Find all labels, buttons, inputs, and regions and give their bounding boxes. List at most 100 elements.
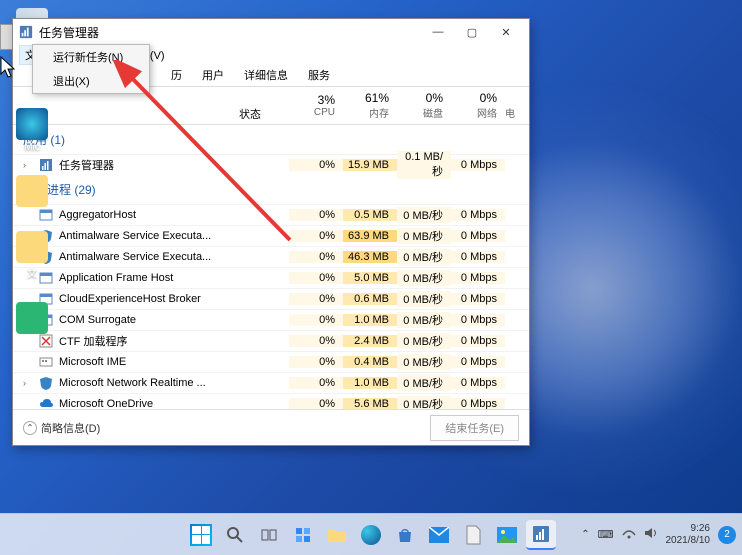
network-cell: 0 Mbps <box>451 377 505 389</box>
network-cell: 0 Mbps <box>451 335 505 347</box>
taskview-icon[interactable] <box>254 520 284 550</box>
icon-label: 文 <box>27 265 37 280</box>
tray-clock[interactable]: 9:26 2021/8/10 <box>666 523 711 547</box>
col-power[interactable]: 电 <box>505 87 529 124</box>
disk-cell: 0 MB/秒 <box>397 375 451 391</box>
explorer-icon[interactable] <box>322 520 352 550</box>
process-row[interactable]: CTF 加载程序0%2.4 MB0 MB/秒0 Mbps <box>13 330 529 351</box>
memory-cell: 0.4 MB <box>343 356 397 368</box>
taskbar-center <box>186 520 556 550</box>
disk-cell: 0 MB/秒 <box>397 354 451 370</box>
network-cell: 0 Mbps <box>451 398 505 409</box>
process-table[interactable]: 应用 (1)›任务管理器0%15.9 MB0.1 MB/秒0 Mbps后台进程 … <box>13 125 529 409</box>
disk-cell: 0 MB/秒 <box>397 333 451 349</box>
process-row[interactable]: Antimalware Service Executa...0%46.3 MB0… <box>13 246 529 267</box>
start-button[interactable] <box>186 520 216 550</box>
minimize-button[interactable]: — <box>421 21 455 43</box>
cpu-cell: 0% <box>289 335 343 347</box>
process-row[interactable]: ›Microsoft Network Realtime ...0%1.0 MB0… <box>13 372 529 393</box>
cpu-cell: 0% <box>289 398 343 409</box>
memory-cell: 5.6 MB <box>343 398 397 409</box>
cpu-cell: 0% <box>289 230 343 242</box>
taskbar: ⌃ ⌨ 9:26 2021/8/10 2 <box>0 513 742 555</box>
close-button[interactable]: ✕ <box>489 21 523 43</box>
desktop-folder-1[interactable] <box>8 175 56 209</box>
memory-percent: 61% <box>365 91 389 105</box>
disk-cell: 0.1 MB/秒 <box>397 151 451 179</box>
col-disk[interactable]: 0% 磁盘 <box>397 87 451 124</box>
col-memory[interactable]: 61% 内存 <box>343 87 397 124</box>
group-header[interactable]: 后台进程 (29) <box>13 175 529 204</box>
exit-item[interactable]: 退出(X) <box>33 69 149 93</box>
footer: ⌃ 简略信息(D) 结束任务(E) <box>13 409 529 445</box>
desktop-icon-edge[interactable]: Mic <box>8 108 56 153</box>
disk-cell: 0 MB/秒 <box>397 312 451 328</box>
mail-icon[interactable] <box>424 520 454 550</box>
network-percent: 0% <box>480 91 497 105</box>
edge-taskbar-icon[interactable] <box>356 520 386 550</box>
photos-icon[interactable] <box>492 520 522 550</box>
process-name: CloudExperienceHost Broker <box>59 293 201 305</box>
clock-date: 2021/8/10 <box>666 535 711 547</box>
network-cell: 0 Mbps <box>451 209 505 221</box>
network-cell: 0 Mbps <box>451 272 505 284</box>
expand-icon[interactable]: › <box>23 378 33 388</box>
titlebar[interactable]: 任务管理器 — ▢ ✕ <box>13 19 529 45</box>
fewer-details-label: 简略信息(D) <box>41 420 100 436</box>
tab-details[interactable]: 详细信息 <box>236 64 296 86</box>
col-status[interactable]: 状态 <box>235 87 289 124</box>
widgets-icon[interactable] <box>288 520 318 550</box>
notification-badge[interactable]: 2 <box>718 526 736 544</box>
group-header[interactable]: 应用 (1) <box>13 125 529 154</box>
process-name: CTF 加载程序 <box>59 333 127 349</box>
cpu-cell: 0% <box>289 377 343 389</box>
task-manager-taskbar[interactable] <box>526 520 556 550</box>
network-cell: 0 Mbps <box>451 159 505 171</box>
process-row[interactable]: COM Surrogate0%1.0 MB0 MB/秒0 Mbps <box>13 309 529 330</box>
tab-users[interactable]: 用户 <box>194 64 232 86</box>
memory-cell: 63.9 MB <box>343 230 397 242</box>
tray-ime-icon[interactable]: ⌨ <box>598 528 614 541</box>
tab-history-partial[interactable]: 历 <box>163 64 190 86</box>
memory-cell: 5.0 MB <box>343 272 397 284</box>
tray-chevron-icon[interactable]: ⌃ <box>581 529 589 540</box>
process-row[interactable]: ›任务管理器0%15.9 MB0.1 MB/秒0 Mbps <box>13 154 529 175</box>
network-cell: 0 Mbps <box>451 293 505 305</box>
cpu-cell: 0% <box>289 356 343 368</box>
col-cpu[interactable]: 3% CPU <box>289 87 343 124</box>
search-icon[interactable] <box>220 520 250 550</box>
process-icon <box>39 355 53 369</box>
process-row[interactable]: CloudExperienceHost Broker0%0.6 MB0 MB/秒… <box>13 288 529 309</box>
process-row[interactable]: Application Frame Host0%5.0 MB0 MB/秒0 Mb… <box>13 267 529 288</box>
process-name: Microsoft Network Realtime ... <box>59 377 206 389</box>
tab-services[interactable]: 服务 <box>300 64 338 86</box>
network-cell: 0 Mbps <box>451 314 505 326</box>
process-name: Antimalware Service Executa... <box>59 251 211 263</box>
process-icon <box>39 397 53 409</box>
tray-volume-icon[interactable] <box>644 527 658 542</box>
desktop-green-app[interactable] <box>8 302 56 336</box>
fewer-details[interactable]: ⌃ 简略信息(D) <box>23 420 100 436</box>
store-icon[interactable] <box>390 520 420 550</box>
process-icon <box>39 376 53 390</box>
process-row[interactable]: Microsoft IME0%0.4 MB0 MB/秒0 Mbps <box>13 351 529 372</box>
end-task-button[interactable]: 结束任务(E) <box>430 415 519 441</box>
disk-label: 磁盘 <box>423 105 443 120</box>
desktop-folder-2[interactable]: 文 <box>8 231 56 280</box>
memory-cell: 1.0 MB <box>343 377 397 389</box>
process-row[interactable]: ›Antimalware Service Executa...0%63.9 MB… <box>13 225 529 246</box>
process-name: COM Surrogate <box>59 314 136 326</box>
disk-cell: 0 MB/秒 <box>397 249 451 265</box>
file-icon[interactable] <box>458 520 488 550</box>
disk-percent: 0% <box>426 91 443 105</box>
col-network[interactable]: 0% 网络 <box>451 87 505 124</box>
process-row[interactable]: AggregatorHost0%0.5 MB0 MB/秒0 Mbps <box>13 204 529 225</box>
memory-cell: 1.0 MB <box>343 314 397 326</box>
process-row[interactable]: Microsoft OneDrive0%5.6 MB0 MB/秒0 Mbps <box>13 393 529 409</box>
run-new-task-item[interactable]: 运行新任务(N) <box>33 45 149 69</box>
maximize-button[interactable]: ▢ <box>455 21 489 43</box>
chevron-up-icon: ⌃ <box>23 421 37 435</box>
disk-cell: 0 MB/秒 <box>397 291 451 307</box>
tray-network-icon[interactable] <box>622 527 636 542</box>
network-cell: 0 Mbps <box>451 356 505 368</box>
